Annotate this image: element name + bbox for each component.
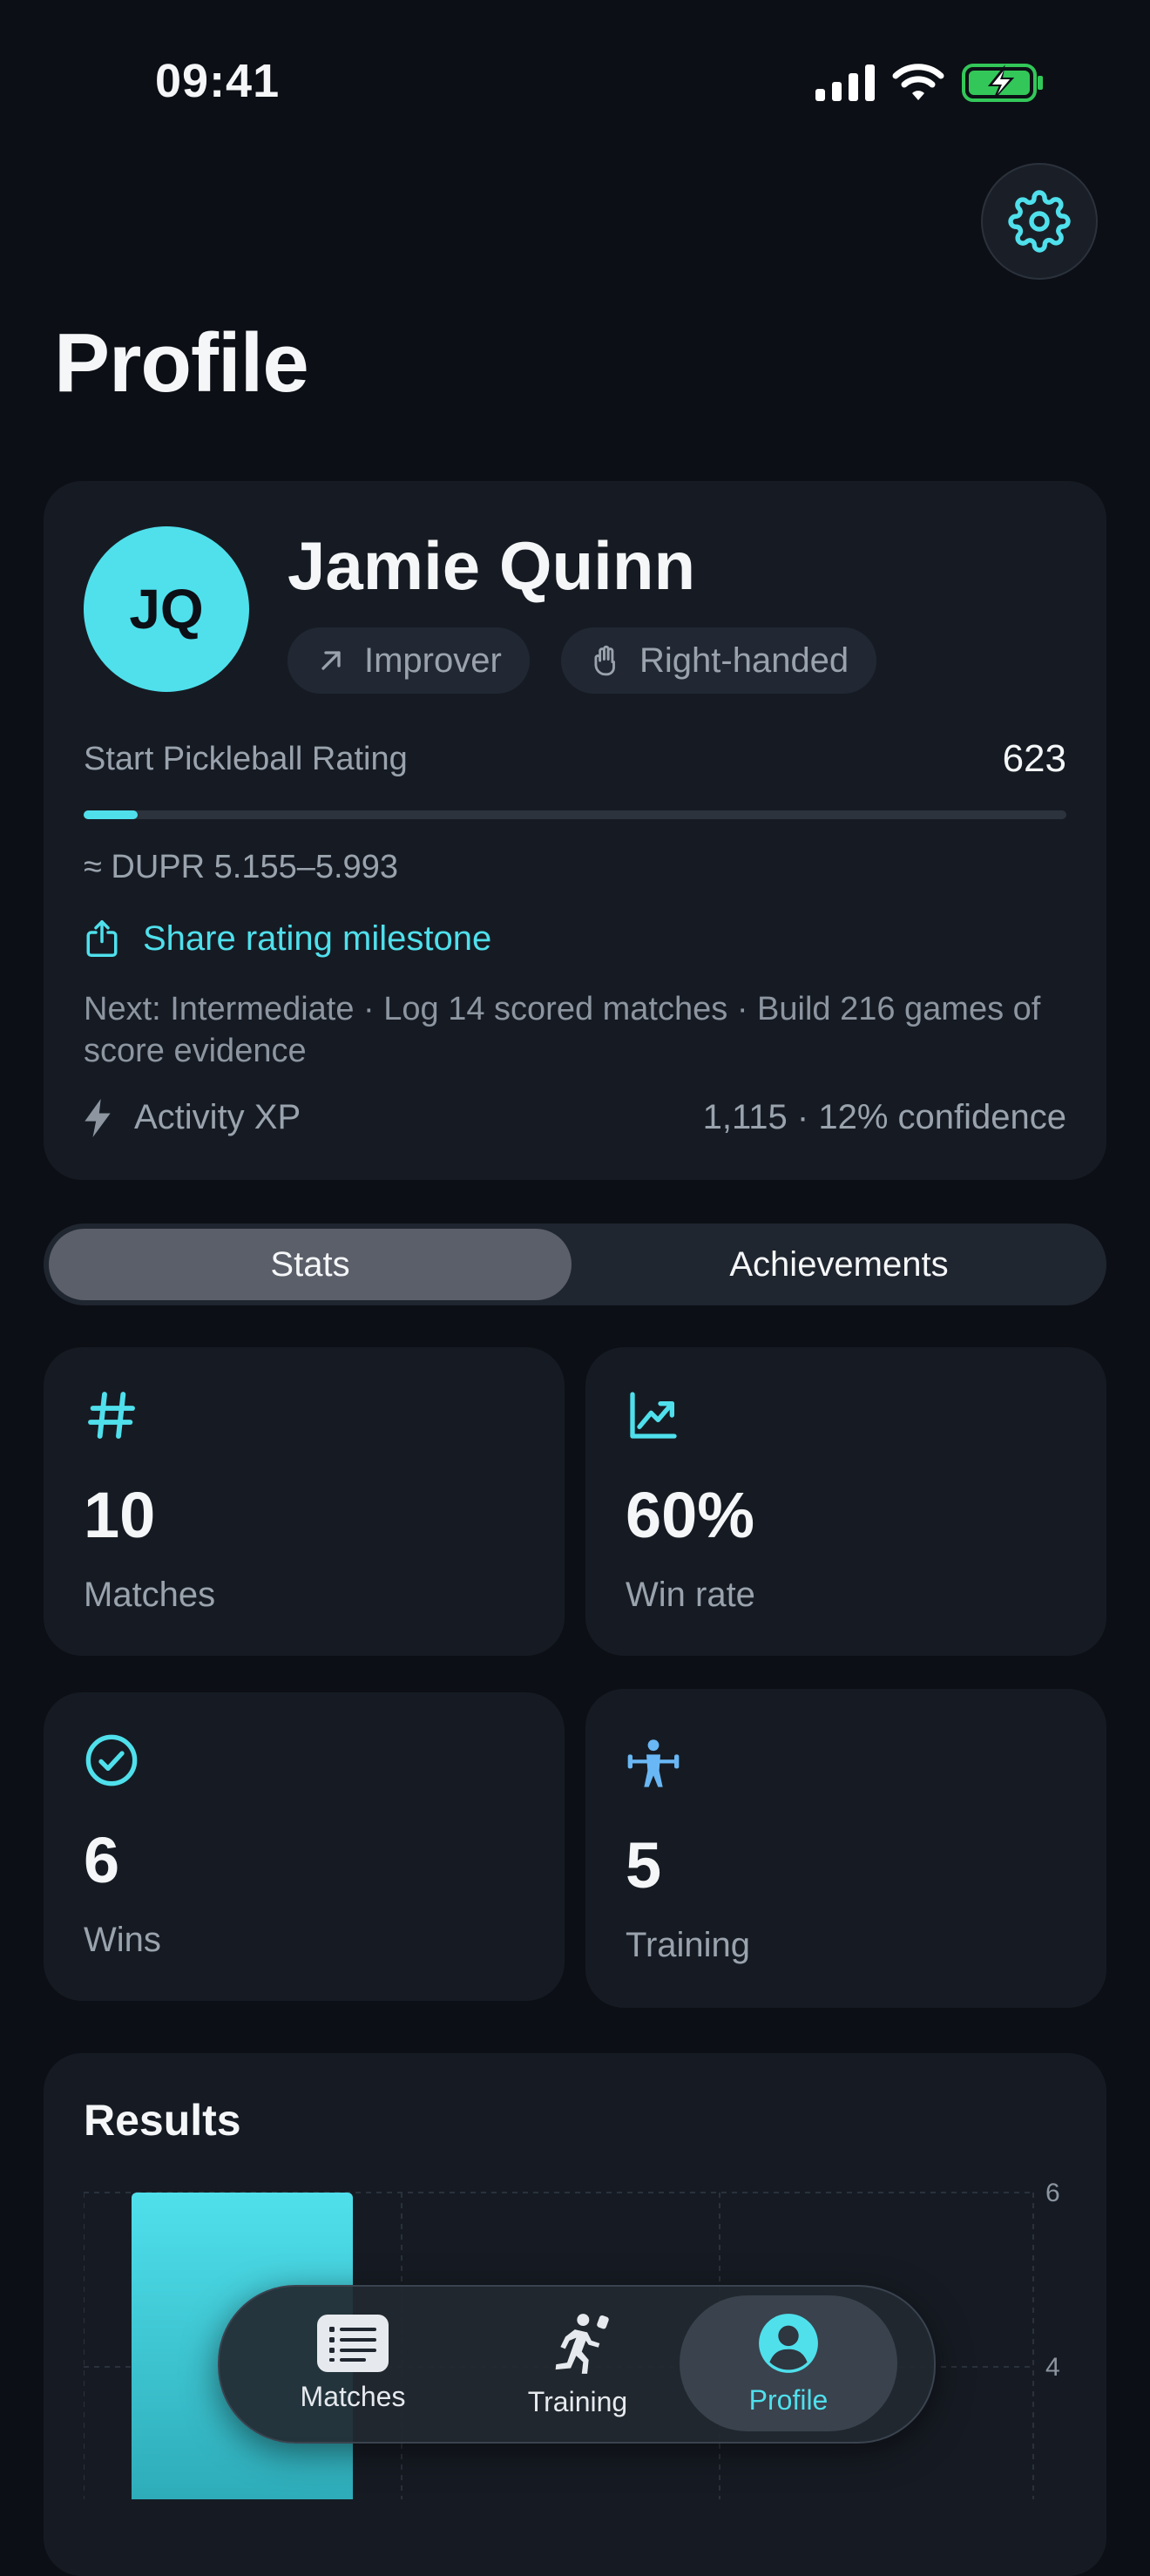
stat-value: 5: [626, 1829, 662, 1901]
lightning-icon: [85, 1098, 111, 1137]
weightlifter-icon: [627, 1739, 680, 1787]
results-title: Results: [84, 2096, 241, 2145]
rating-progress-fill: [84, 810, 139, 819]
stat-label: Win rate: [626, 1576, 755, 1614]
tab-profile[interactable]: Profile: [680, 2295, 897, 2431]
check-circle-icon: [85, 1734, 138, 1786]
view-segmented-control: Stats Achievements: [44, 1224, 1106, 1305]
dupr-range: ≈ DUPR 5.155–5.993: [84, 849, 398, 885]
wifi-icon: [892, 64, 944, 100]
bottom-tab-bar: Matches Training Profile: [218, 2285, 936, 2444]
stat-card-wins: 6 Wins: [44, 1692, 565, 2001]
rating-label: Start Pickleball Rating: [84, 741, 408, 777]
stat-card-win-rate: 60% Win rate: [585, 1347, 1106, 1656]
stat-card-training: 5 Training: [585, 1689, 1106, 2008]
activity-xp-value: 1,115 · 12% confidence: [702, 1098, 1066, 1136]
tab-matches-label: Matches: [300, 2380, 406, 2412]
stat-value: 60%: [626, 1479, 755, 1551]
stat-value: 6: [84, 1824, 120, 1896]
tab-training-label: Training: [527, 2385, 628, 2417]
tab-matches[interactable]: Matches: [244, 2295, 462, 2431]
tab-profile-label: Profile: [748, 2383, 829, 2416]
share-milestone-link[interactable]: Share rating milestone: [84, 919, 491, 959]
runner-icon: [555, 2313, 609, 2374]
person-circle-icon: [759, 2313, 818, 2373]
rating-value: 623: [1002, 737, 1066, 780]
rating-progress-bar: [84, 810, 1066, 819]
settings-button[interactable]: [981, 163, 1098, 280]
activity-xp: Activity XP: [84, 1098, 301, 1137]
page-title: Profile: [54, 316, 309, 410]
y-tick-label: 4: [1045, 2353, 1060, 2382]
hand-icon: [594, 645, 615, 676]
avatar: JQ: [84, 526, 249, 692]
share-milestone-label: Share rating milestone: [143, 919, 492, 958]
stat-value: 10: [84, 1479, 156, 1551]
activity-xp-label: Activity XP: [134, 1098, 301, 1136]
status-icons: [815, 63, 1045, 103]
stat-card-matches: 10 Matches: [44, 1347, 565, 1656]
stat-label: Matches: [84, 1576, 216, 1614]
hash-icon: [88, 1392, 135, 1439]
tab-training[interactable]: Training: [469, 2295, 687, 2431]
stat-label: Wins: [84, 1921, 161, 1959]
tab-achievements[interactable]: Achievements: [577, 1229, 1101, 1300]
handedness-chip-label: Right-handed: [639, 641, 849, 680]
gear-icon: [1008, 190, 1071, 253]
tab-stats[interactable]: Stats: [49, 1229, 572, 1300]
level-chip: Improver: [288, 627, 530, 694]
signal-icon: [815, 64, 875, 101]
player-name: Jamie Quinn: [288, 527, 696, 604]
battery-charging-icon: [962, 64, 1043, 102]
y-tick-label: 6: [1045, 2179, 1060, 2207]
status-time: 09:41: [155, 55, 281, 107]
level-chip-label: Improver: [364, 641, 502, 680]
handedness-chip: Right-handed: [561, 627, 877, 694]
stat-label: Training: [626, 1926, 751, 1964]
list-icon: [317, 2314, 389, 2372]
next-level-hint: Next: Intermediate · Log 14 scored match…: [84, 991, 1041, 1069]
arrow-up-right-icon: [321, 651, 341, 670]
share-icon: [86, 920, 118, 957]
trend-up-chart-icon: [630, 1392, 677, 1439]
